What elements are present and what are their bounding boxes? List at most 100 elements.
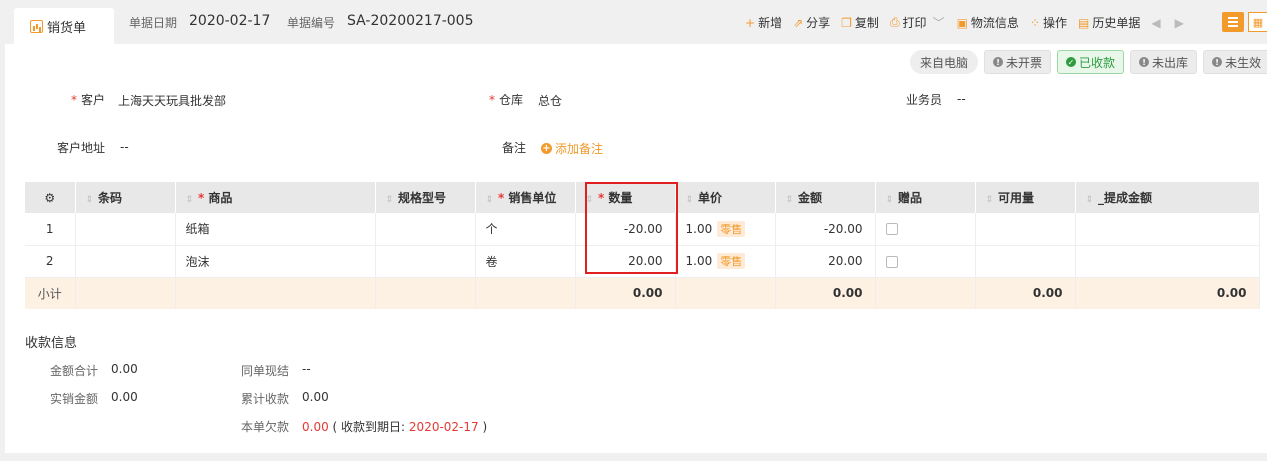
badge-invoice: ! 未开票 (984, 50, 1052, 74)
due-prefix: ( 收款到期日: (332, 420, 406, 434)
warehouse-label: * 仓库 (489, 93, 524, 107)
row-index: 1 (25, 213, 76, 246)
main-panel: 来自电脑 ! 未开票 ✓ 已收款 ! 未出库 ! 未生效 * 客户 上海天天玩具批发部 *… (5, 44, 1267, 453)
badge-effective-label: 未生效 (1225, 55, 1262, 70)
product-cell[interactable]: 纸箱 (175, 213, 376, 246)
col-unit[interactable]: ⇕ * 销售单位 (475, 182, 576, 213)
sort-icon: ⇕ (1085, 195, 1094, 205)
sort-icon: ⇕ (485, 195, 494, 205)
toolbar: + 新增 ⇗ 分享 ❐ 复制 ⎙ 打印 ﹀ ▣ 物流信息 ⁘ 操作 ▤ 历史单据 ◀ ▶ (745, 14, 1196, 31)
table-row: 2 泡沫 卷 20.00 1.00 零售 20.00 (25, 245, 1260, 278)
cumulative-value: 0.00 (302, 390, 329, 404)
col-product[interactable]: ⇕ * 商品 (175, 182, 376, 213)
available-cell (975, 245, 1076, 278)
unit-cell[interactable]: 卷 (475, 245, 576, 278)
subtotal-empty (875, 277, 976, 309)
col-gift[interactable]: ⇕ 赠品 (875, 182, 976, 213)
card-view-button[interactable]: ▦ (1248, 12, 1267, 32)
product-cell[interactable]: 泡沫 (175, 245, 376, 278)
sort-icon: ⇕ (985, 195, 994, 205)
owed-label: 本单欠款 (241, 420, 290, 434)
status-badges: 来自电脑 ! 未开票 ✓ 已收款 ! 未出库 ! 未生效 (910, 50, 1267, 74)
sort-icon: ⇕ (185, 195, 194, 205)
qty-cell[interactable]: -20.00 (575, 213, 676, 246)
badge-effective: ! 未生效 (1203, 50, 1267, 74)
share-icon: ⇗ (793, 15, 804, 30)
history-label: 历史单据 (1092, 16, 1141, 30)
print-button[interactable]: ⎙ 打印 (890, 14, 927, 31)
badge-received: ✓ 已收款 (1057, 50, 1125, 74)
operations-label: 操作 (1043, 16, 1068, 30)
sort-icon: ⇕ (85, 195, 94, 205)
prev-arrow-icon[interactable]: ◀ (1151, 16, 1160, 30)
next-arrow-icon[interactable]: ▶ (1175, 16, 1184, 30)
actual-label: 实销金额 (50, 392, 99, 406)
amount-cell[interactable]: -20.00 (775, 213, 876, 246)
badge-source: 来自电脑 (910, 50, 979, 74)
price-cell[interactable]: 1.00 零售 (675, 213, 776, 246)
subtotal-label: 小计 (25, 277, 76, 309)
operations-button[interactable]: ⁘ 操作 (1030, 14, 1067, 31)
tab-label: 销货单 (47, 20, 87, 36)
items-table: ⚙ ⇕ 条码 ⇕ * 商品 ⇕ 规格型号 ⇕ * 销售单位 ⇕ * 数量 ⇕ 单价 ⇕ 金额 ⇕ 赠品… (25, 182, 1260, 309)
grid-icon: ⁘ (1029, 15, 1040, 30)
copy-icon: ❐ (841, 15, 852, 30)
commission-cell[interactable] (1075, 213, 1260, 246)
badge-outbound: ! 未出库 (1130, 50, 1198, 74)
printer-icon: ⎙ (889, 15, 900, 29)
amount-cell[interactable]: 20.00 (775, 245, 876, 278)
share-label: 分享 (806, 16, 831, 30)
subtotal-available: 0.00 (975, 277, 1076, 309)
col-amount[interactable]: ⇕ 金额 (775, 182, 876, 213)
cumulative-label: 累计收款 (241, 392, 290, 406)
due-suffix: ) (482, 420, 488, 434)
price-cell[interactable]: 1.00 零售 (675, 245, 776, 278)
copy-button[interactable]: ❐ 复制 (841, 14, 879, 31)
logistics-button[interactable]: ▣ 物流信息 (957, 14, 1019, 31)
badge-source-label: 来自电脑 (920, 55, 969, 70)
badge-invoice-label: 未开票 (1006, 55, 1043, 70)
row-index: 2 (25, 245, 76, 278)
chevron-down-icon[interactable]: ﹀ (933, 14, 945, 31)
sort-icon: ⇕ (685, 195, 694, 205)
sort-icon: ⇕ (585, 195, 594, 205)
address-field[interactable]: -- (120, 140, 129, 154)
unit-cell[interactable]: 个 (475, 213, 576, 246)
warehouse-field[interactable]: 总仓 (538, 92, 562, 109)
gift-cell (875, 213, 976, 246)
customer-field[interactable]: 上海天天玩具批发部 (118, 92, 226, 109)
price-value: 1.00 (685, 221, 713, 236)
sort-icon: ⇕ (385, 195, 394, 205)
commission-cell[interactable] (1075, 245, 1260, 278)
subtotal-empty (375, 277, 476, 309)
subtotal-row: 小计 0.00 0.00 0.00 0.00 (25, 277, 1260, 309)
actual-value: 0.00 (111, 390, 138, 404)
share-button[interactable]: ⇗ 分享 (793, 14, 830, 31)
gear-icon[interactable]: ⚙ (44, 191, 55, 205)
staff-field[interactable]: -- (957, 92, 966, 106)
col-qty[interactable]: ⇕ * 数量 (575, 182, 676, 213)
col-commission[interactable]: ⇕ _提成金额 (1075, 182, 1260, 213)
spec-cell[interactable] (375, 213, 476, 246)
col-barcode[interactable]: ⇕ 条码 (75, 182, 176, 213)
gift-checkbox[interactable] (885, 223, 898, 236)
col-price[interactable]: ⇕ 单价 (675, 182, 776, 213)
info-icon: ! (993, 57, 1004, 67)
gift-checkbox[interactable] (885, 255, 898, 268)
barcode-cell[interactable] (75, 245, 176, 278)
barcode-cell[interactable] (75, 213, 176, 246)
column-settings[interactable]: ⚙ (25, 182, 76, 213)
col-available[interactable]: ⇕ 可用量 (975, 182, 1076, 213)
logistics-label: 物流信息 (970, 16, 1019, 30)
list-view-button[interactable] (1222, 12, 1244, 32)
subtotal-empty (75, 277, 176, 309)
customer-label: * 客户 (71, 93, 106, 107)
add-remark-link[interactable]: + 添加备注 (541, 140, 603, 157)
tab-sales-order[interactable]: 销货单 (14, 8, 114, 44)
spec-cell[interactable] (375, 245, 476, 278)
add-button[interactable]: + 新增 (745, 14, 782, 31)
history-button[interactable]: ▤ 历史单据 (1078, 14, 1140, 31)
remark-label: 备注 (502, 141, 527, 155)
col-spec[interactable]: ⇕ 规格型号 (375, 182, 476, 213)
qty-cell[interactable]: 20.00 (575, 245, 676, 278)
